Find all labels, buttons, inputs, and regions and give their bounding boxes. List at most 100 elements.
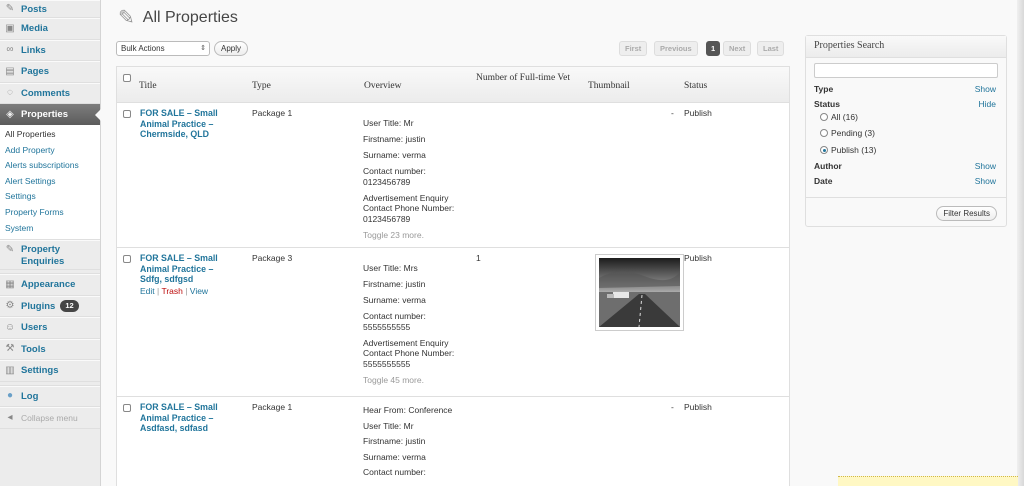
overview-line: Advertisement Enquiry Contact Phone Numb…: [363, 192, 455, 224]
overview-line: User Title: Mrs: [363, 263, 418, 273]
overview-line: Surname: verma: [363, 295, 426, 305]
submenu-settings[interactable]: Settings: [5, 189, 100, 205]
menu-properties[interactable]: ◈ Properties: [0, 104, 101, 125]
menu-pages[interactable]: ▤ Pages: [0, 61, 100, 83]
property-thumbnail[interactable]: [595, 254, 684, 331]
properties-icon: ◈: [6, 108, 14, 120]
toggle-more-link[interactable]: Toggle 23 more.: [363, 230, 473, 240]
menu-property-enquiries[interactable]: ✎ Property Enquiries: [0, 240, 100, 271]
page-title: All Properties: [142, 8, 238, 26]
bulk-actions-select[interactable]: Bulk Actions ⇕: [116, 41, 210, 56]
last-page-button[interactable]: Last: [757, 41, 785, 56]
table-row: FOR SALE – Small Animal Practice – Cherm…: [117, 103, 789, 248]
page-header: ✎ All Properties: [118, 5, 238, 30]
current-page: 1: [706, 41, 721, 56]
column-type: Type: [252, 81, 271, 91]
menu-posts[interactable]: ✎ Posts: [0, 0, 100, 18]
overview-line: Firstname: justin: [363, 134, 426, 144]
overview-line: Surname: verma: [363, 150, 426, 160]
collapse-menu-button[interactable]: ◂ Collapse menu: [0, 407, 100, 429]
overview-line: User Title: Mr: [363, 118, 414, 128]
first-page-button[interactable]: First: [619, 41, 648, 56]
table-row: FOR SALE – Small Animal Practice – Asdfa…: [117, 397, 789, 486]
menu-users[interactable]: ☺ Users: [0, 317, 100, 339]
submenu-all-properties[interactable]: All Properties: [5, 127, 100, 143]
view-link[interactable]: View: [190, 286, 208, 296]
property-title-link[interactable]: FOR SALE – Small Animal Practice – Asdfa…: [140, 402, 235, 434]
property-type: Package 1: [252, 108, 293, 118]
column-title[interactable]: Title: [139, 81, 157, 91]
submenu-add-property[interactable]: Add Property: [5, 143, 100, 159]
menu-appearance[interactable]: ▦ Appearance: [0, 274, 100, 296]
author-label: Author: [814, 161, 842, 171]
media-icon: ▣: [5, 22, 15, 34]
submenu-property-forms[interactable]: Property Forms: [5, 205, 100, 221]
select-all-checkbox[interactable]: [123, 74, 131, 82]
table-row: FOR SALE – Small Animal Practice – Sdfg,…: [117, 248, 789, 397]
property-status: Publish: [684, 402, 712, 412]
previous-page-button[interactable]: Previous: [654, 41, 698, 56]
vet-count: 1: [476, 253, 481, 263]
trash-link[interactable]: Trash: [161, 286, 182, 296]
row-checkbox[interactable]: [123, 255, 131, 263]
menu-tools[interactable]: ⚒ Tools: [0, 338, 100, 361]
plugin-icon: ⚙: [5, 300, 15, 312]
status-pending-radio[interactable]: Pending (3): [820, 128, 875, 138]
overview-line: Firstname: justin: [363, 436, 426, 446]
overview-line: Contact number: 5555555555: [363, 311, 426, 332]
comment-icon: ◌: [7, 87, 13, 99]
toggle-more-link[interactable]: Toggle 45 more.: [363, 375, 473, 385]
row-checkbox[interactable]: [123, 110, 131, 118]
property-status: Publish: [684, 108, 712, 118]
overview-line: Contact number:: [363, 467, 426, 477]
column-overview: Overview: [364, 81, 402, 91]
radio-selected-icon: [820, 146, 828, 154]
row-actions: Edit | Trash | View: [140, 286, 208, 296]
no-thumbnail-dash: -: [671, 108, 674, 118]
edit-link[interactable]: Edit: [140, 286, 155, 296]
log-icon: ●: [6, 390, 14, 402]
submenu-alert-settings[interactable]: Alert Settings: [5, 174, 100, 190]
tools-icon: ⚒: [5, 343, 15, 355]
road-photo-image: [599, 258, 680, 327]
menu-settings[interactable]: ▥ Settings: [0, 360, 100, 382]
filter-results-button[interactable]: Filter Results: [936, 206, 997, 221]
menu-links[interactable]: ∞ Links: [0, 39, 100, 61]
action-separator: |: [182, 286, 190, 296]
overview-line: Firstname: justin: [363, 279, 426, 289]
plugin-update-badge: 12: [60, 300, 79, 313]
status-hide-link[interactable]: Hide: [979, 99, 996, 109]
overview-line: User Title: Mr: [363, 420, 414, 431]
type-label: Type: [814, 84, 834, 94]
property-overview: User Title: Mr Firstname: justin Surname…: [363, 118, 473, 240]
column-number-of-vets: Number of Full-time Vet: [476, 73, 571, 83]
users-icon: ☺: [4, 321, 16, 333]
next-page-button[interactable]: Next: [723, 41, 752, 56]
submenu-system[interactable]: System: [5, 221, 100, 237]
status-all-radio[interactable]: All (16): [820, 112, 858, 122]
status-publish-radio[interactable]: Publish (13): [820, 145, 876, 155]
menu-log[interactable]: ● Log: [0, 385, 100, 408]
menu-comments[interactable]: ◌ Comments: [0, 82, 100, 104]
page-icon: ▤: [5, 65, 15, 77]
date-show-link[interactable]: Show: [975, 176, 996, 186]
updown-arrow-icon: ⇕: [200, 45, 206, 52]
apply-button[interactable]: Apply: [214, 41, 249, 56]
panel-title: Properties Search: [806, 36, 1006, 58]
search-input[interactable]: [814, 63, 998, 78]
table-nav: Bulk Actions ⇕ Apply First Previous 1 Ne…: [116, 41, 790, 57]
panel-divider: [806, 197, 1006, 198]
property-status: Publish: [684, 253, 712, 263]
type-show-link[interactable]: Show: [975, 84, 996, 94]
properties-search-panel: Properties Search Type Show Status Hide …: [805, 35, 1007, 227]
appearance-icon: ▦: [5, 278, 15, 290]
menu-plugins[interactable]: ⚙ Plugins 12: [0, 295, 100, 318]
menu-media[interactable]: ▣ Media: [0, 18, 100, 40]
sticky-note-strip: [838, 476, 1018, 486]
property-title-link[interactable]: FOR SALE – Small Animal Practice – Sdfg,…: [140, 253, 235, 285]
author-show-link[interactable]: Show: [975, 161, 996, 171]
row-checkbox[interactable]: [123, 404, 131, 412]
property-title-link[interactable]: FOR SALE – Small Animal Practice – Cherm…: [140, 108, 235, 140]
submenu-alerts-subscriptions[interactable]: Alerts subscriptions: [5, 158, 100, 174]
property-overview: User Title: Mrs Firstname: justin Surnam…: [363, 263, 473, 385]
